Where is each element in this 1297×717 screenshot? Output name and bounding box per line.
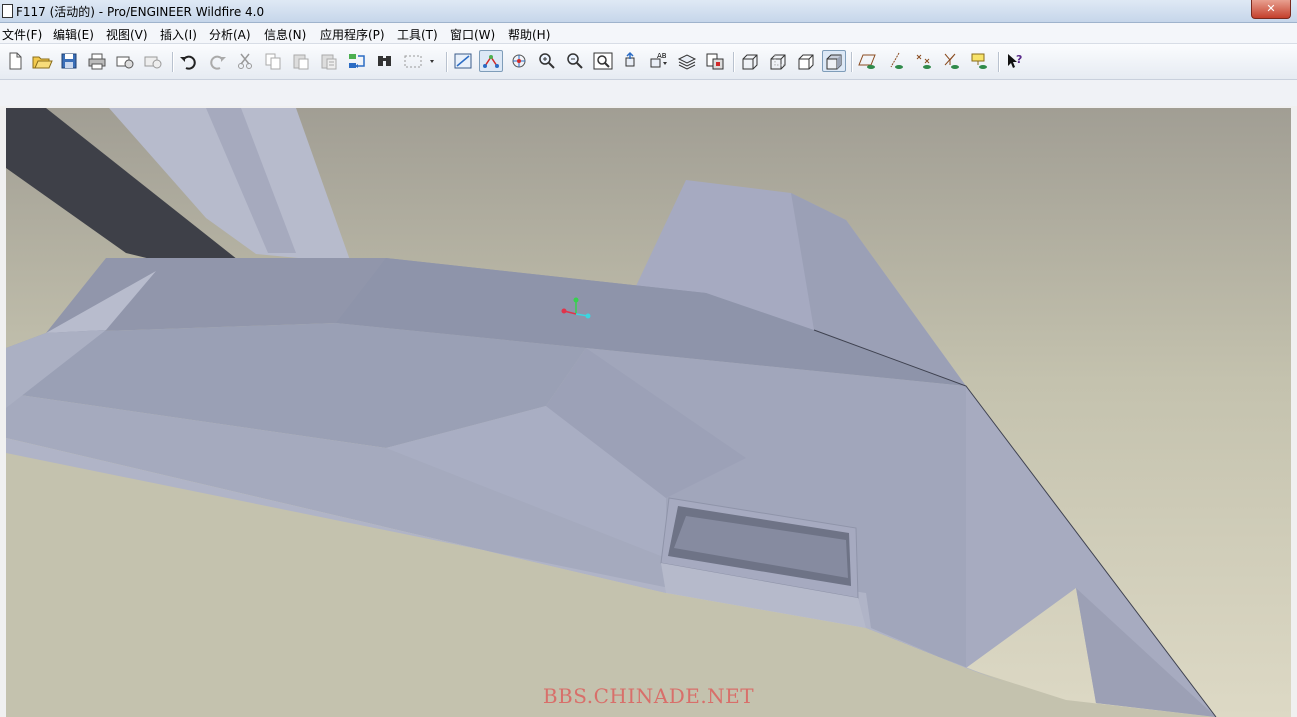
new-file-icon[interactable]	[4, 51, 26, 71]
menu-applications[interactable]: 应用程序(P)	[320, 26, 385, 43]
save-icon[interactable]	[58, 51, 80, 71]
toolbar-separator	[998, 52, 1000, 72]
menu-window[interactable]: 窗口(W)	[450, 26, 495, 43]
undo-icon[interactable]	[178, 51, 200, 71]
shading-icon[interactable]	[822, 50, 846, 72]
send-mail-icon[interactable]	[114, 51, 136, 71]
paste-icon[interactable]	[290, 51, 312, 71]
menu-analysis[interactable]: 分析(A)	[209, 26, 251, 43]
coordinate-systems-icon[interactable]	[941, 51, 963, 71]
send-attachment-icon[interactable]	[142, 51, 164, 71]
graphics-window[interactable]: BBS.CHINADE.NET	[6, 108, 1291, 717]
toolbar-separator	[851, 52, 853, 72]
find-icon[interactable]	[374, 51, 396, 71]
app-icon	[2, 4, 13, 18]
dashboard-bar	[0, 80, 1297, 106]
menu-insert[interactable]: 插入(I)	[160, 26, 197, 43]
menu-view[interactable]: 视图(V)	[106, 26, 148, 43]
svg-text:?: ?	[1016, 53, 1022, 66]
hidden-line-icon[interactable]	[767, 51, 789, 71]
cut-icon[interactable]	[234, 51, 256, 71]
context-help-icon[interactable]: ?	[1004, 51, 1026, 71]
main-toolbar: AB ?	[0, 44, 1297, 80]
annotations-icon[interactable]	[969, 51, 991, 71]
zoom-in-icon[interactable]	[536, 51, 558, 71]
reorient-icon[interactable]	[620, 51, 642, 71]
print-icon[interactable]	[86, 51, 108, 71]
redo-icon[interactable]	[206, 51, 228, 71]
model-f117	[6, 108, 1217, 717]
select-box-icon[interactable]	[402, 51, 438, 71]
title-bar: F117 (活动的) - Pro/ENGINEER Wildfire 4.0 ✕	[0, 0, 1297, 23]
regenerate-icon[interactable]	[346, 51, 368, 71]
svg-text:AB: AB	[657, 52, 667, 60]
window-border-right	[1291, 108, 1297, 717]
open-folder-icon[interactable]	[31, 51, 53, 71]
toolbar-separator	[172, 52, 174, 72]
menu-bar: 文件(F) 编辑(E) 视图(V) 插入(I) 分析(A) 信息(N) 应用程序…	[0, 23, 1297, 44]
close-button[interactable]: ✕	[1251, 0, 1291, 19]
datum-axes-icon[interactable]	[885, 51, 907, 71]
datum-points-icon[interactable]	[913, 51, 935, 71]
datum-planes-icon[interactable]	[857, 51, 879, 71]
menu-tools[interactable]: 工具(T)	[397, 26, 438, 43]
toolbar-separator	[446, 52, 448, 72]
window-title: F117 (活动的) - Pro/ENGINEER Wildfire 4.0	[16, 5, 265, 19]
menu-info[interactable]: 信息(N)	[264, 26, 306, 43]
orient-mode-icon[interactable]	[508, 51, 530, 71]
redraw-icon[interactable]	[452, 51, 474, 71]
copy-icon[interactable]	[262, 51, 284, 71]
paste-special-icon[interactable]	[318, 51, 340, 71]
view-manager-icon[interactable]	[704, 51, 726, 71]
toolbar-separator	[733, 52, 735, 72]
spin-center-icon[interactable]	[479, 50, 503, 72]
wireframe-icon[interactable]	[739, 51, 761, 71]
menu-edit[interactable]: 编辑(E)	[53, 26, 94, 43]
menu-help[interactable]: 帮助(H)	[508, 26, 550, 43]
refit-icon[interactable]	[592, 51, 614, 71]
menu-file[interactable]: 文件(F)	[2, 26, 42, 43]
no-hidden-icon[interactable]	[795, 51, 817, 71]
watermark-text: BBS.CHINADE.NET	[542, 684, 755, 708]
saved-views-icon[interactable]: AB	[648, 51, 670, 71]
zoom-out-icon[interactable]	[564, 51, 586, 71]
layers-icon[interactable]	[676, 51, 698, 71]
